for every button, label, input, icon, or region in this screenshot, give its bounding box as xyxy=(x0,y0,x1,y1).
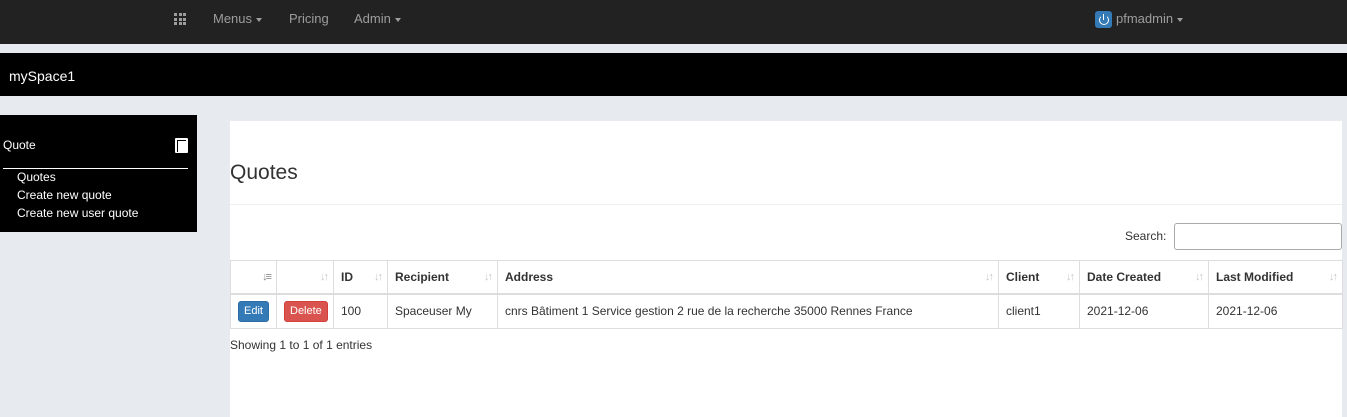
caret-down-icon xyxy=(1177,17,1184,22)
cell-client: client1 xyxy=(998,293,1080,329)
page-title: Quotes xyxy=(230,161,298,184)
sidebar-item-quotes[interactable]: Quotes xyxy=(17,170,56,184)
column-header-address[interactable]: Address ↓↑ xyxy=(497,260,999,295)
edit-cell: Edit xyxy=(230,293,277,329)
title-divider xyxy=(230,204,1342,205)
side-menu-heading: Quote xyxy=(3,138,36,152)
column-header-recipient[interactable]: Recipient ↓↑ xyxy=(387,260,498,295)
column-header-actions-edit[interactable]: ↓≡ xyxy=(230,260,277,295)
grid-apps-icon[interactable] xyxy=(174,13,186,25)
power-icon[interactable] xyxy=(1095,11,1112,28)
sort-icon: ↓↑ xyxy=(484,271,493,283)
admin-label: Admin xyxy=(354,11,391,26)
sort-icon: ↓↑ xyxy=(320,271,329,283)
delete-button[interactable]: Delete xyxy=(284,300,328,322)
table-info: Showing 1 to 1 of 1 entries xyxy=(230,338,373,352)
caret-down-icon xyxy=(256,17,263,22)
cell-recipient: Spaceuser My xyxy=(387,293,498,329)
menus-dropdown[interactable]: Menus xyxy=(213,11,263,26)
side-menu-divider xyxy=(3,168,188,169)
edit-button[interactable]: Edit xyxy=(238,300,269,322)
sidebar-item-create-new-user-quote[interactable]: Create new user quote xyxy=(17,206,138,220)
user-dropdown[interactable]: pfmadmin xyxy=(1116,11,1184,26)
table-row: Edit Delete 100 Spaceuser My cnrs Bâtime… xyxy=(230,293,1343,329)
column-header-date-created[interactable]: Date Created ↓↑ xyxy=(1079,260,1209,295)
user-label: pfmadmin xyxy=(1116,11,1174,26)
book-icon xyxy=(175,138,188,153)
sort-asc-icon: ↓≡ xyxy=(262,271,272,283)
main-panel: Quotes Search: ↓≡ ↓↑ ID ↓↑ Recipient ↓↑ Ad… xyxy=(230,121,1343,417)
sidebar-item-create-new-quote[interactable]: Create new quote xyxy=(17,188,112,202)
cell-date-created: 2021-12-06 xyxy=(1079,293,1209,329)
menus-label: Menus xyxy=(213,11,253,26)
space-header: mySpace1 xyxy=(0,53,1347,96)
sort-icon: ↓↑ xyxy=(985,271,994,283)
caret-down-icon xyxy=(394,17,401,22)
cell-address: cnrs Bâtiment 1 Service gestion 2 rue de… xyxy=(497,293,999,329)
admin-dropdown[interactable]: Admin xyxy=(354,12,401,26)
top-navbar: Menus Pricing Admin pfmadmin xyxy=(0,0,1347,44)
cell-id: 100 xyxy=(333,293,388,329)
pricing-link[interactable]: Pricing xyxy=(289,12,329,26)
delete-cell: Delete xyxy=(276,293,334,329)
search-label: Search: xyxy=(1125,229,1167,243)
table-header-row: ↓≡ ↓↑ ID ↓↑ Recipient ↓↑ Address ↓↑ Client ↓… xyxy=(230,260,1343,295)
cell-last-modified: 2021-12-06 xyxy=(1208,293,1343,329)
sort-icon: ↓↑ xyxy=(1066,271,1075,283)
column-header-client[interactable]: Client ↓↑ xyxy=(998,260,1080,295)
sort-icon: ↓↑ xyxy=(1195,271,1204,283)
column-header-last-modified[interactable]: Last Modified ↓↑ xyxy=(1208,260,1343,295)
column-header-id[interactable]: ID ↓↑ xyxy=(333,260,388,295)
column-header-actions-delete[interactable]: ↓↑ xyxy=(276,260,334,295)
sort-icon: ↓↑ xyxy=(1329,271,1338,283)
sort-icon: ↓↑ xyxy=(374,271,383,283)
quotes-table: ↓≡ ↓↑ ID ↓↑ Recipient ↓↑ Address ↓↑ Client ↓… xyxy=(230,260,1343,329)
side-menu: Quote Quotes Create new quote Create new… xyxy=(0,115,197,232)
space-title[interactable]: mySpace1 xyxy=(9,68,75,84)
search-input[interactable] xyxy=(1174,223,1342,250)
